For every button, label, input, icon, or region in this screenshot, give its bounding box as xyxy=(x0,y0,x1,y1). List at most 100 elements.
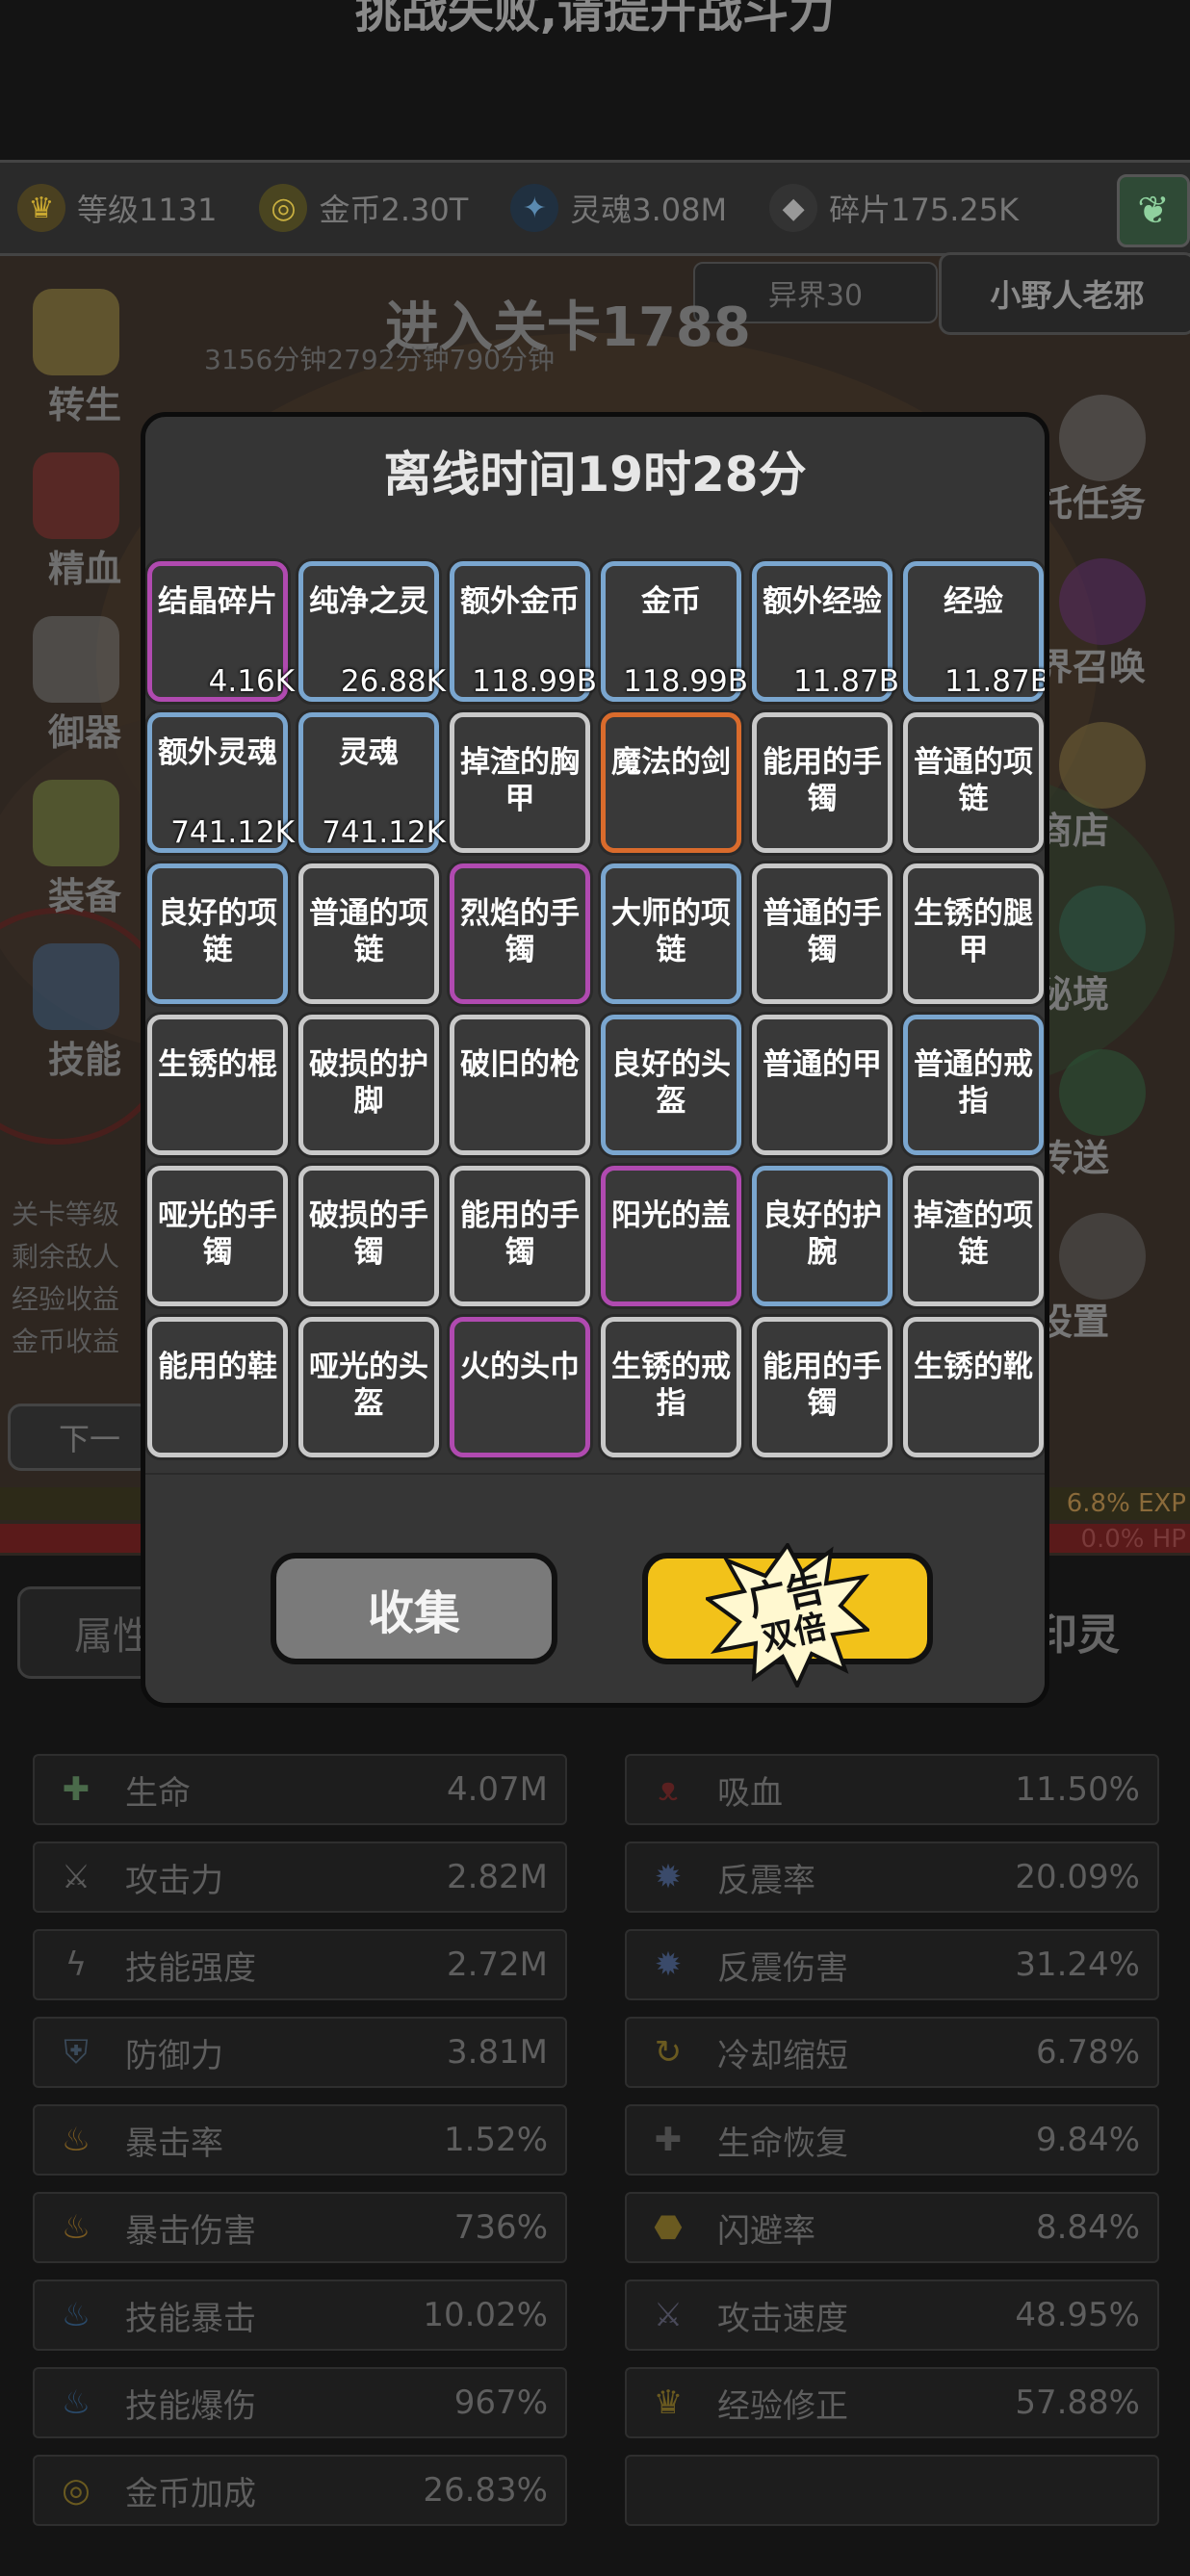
reward-item-name: 普通的戒指 xyxy=(914,1047,1033,1119)
menu-task[interactable]: 托任务 xyxy=(1036,395,1190,568)
secret-realm-icon xyxy=(1059,886,1146,972)
menu-secret-realm[interactable]: 秘境 xyxy=(1036,886,1190,1059)
exp-text: 6.8% EXP xyxy=(1066,1489,1186,1518)
reward-item[interactable]: 哑光的手镯 xyxy=(147,1166,288,1306)
stat-item: ᴥ 吸血 11.50% xyxy=(625,1754,1159,1825)
reward-item[interactable]: 额外金币 118.99B xyxy=(450,561,597,702)
reward-item-count: 741.12K xyxy=(322,815,446,850)
reward-item[interactable]: 额外灵魂 741.12K xyxy=(147,712,295,853)
coin-icon: ◎ xyxy=(62,2471,91,2510)
reward-item[interactable]: 普通的项链 xyxy=(903,712,1044,853)
bat-icon: ᴥ xyxy=(658,1770,679,1809)
menu-essence[interactable]: 精血 xyxy=(0,443,144,606)
menu-equipment[interactable]: 装备 xyxy=(0,770,144,934)
stat-row: ♨ 暴击率 1.52% ✚ 生命恢复 9.84% xyxy=(33,2104,1159,2192)
stat-name: 冷却缩短 xyxy=(717,2036,848,2075)
collect-button[interactable]: 收集 xyxy=(271,1553,557,1664)
stat-value: 57.88% xyxy=(1015,2383,1140,2422)
reward-item[interactable]: 经验 11.87B xyxy=(903,561,1045,702)
reward-item[interactable]: 能用的手镯 xyxy=(752,712,892,853)
reward-item[interactable]: 结晶碎片 4.16K xyxy=(147,561,295,702)
stat-name: 防御力 xyxy=(125,2036,223,2075)
shard-icon: ◆ xyxy=(769,184,818,232)
npc-name[interactable]: 小野人老邪 xyxy=(939,252,1190,335)
reward-item[interactable]: 掉渣的胸甲 xyxy=(450,712,590,853)
reward-item[interactable]: 大师的项链 xyxy=(601,863,741,1004)
reward-item-name: 阳光的盖 xyxy=(611,1198,731,1233)
spike-icon: ✹ xyxy=(654,1945,683,1984)
stat-value: 26.83% xyxy=(423,2471,548,2510)
stats-panel: ✚ 生命 4.07M ᴥ 吸血 11.50% ⚔ 攻击力 2.82M ✹ 反震率 20.09% ϟ 技能强… xyxy=(33,1754,1159,2542)
resource-level: ♛ 等级1131 xyxy=(17,184,217,232)
reward-item[interactable]: 额外经验 11.87B xyxy=(752,561,899,702)
stat-item: ⚔ 攻击力 2.82M xyxy=(33,1842,567,1913)
reward-item[interactable]: 生锈的腿甲 xyxy=(903,863,1044,1004)
reward-item[interactable]: 生锈的靴 xyxy=(903,1317,1044,1457)
menu-weapon[interactable]: 御器 xyxy=(0,606,144,770)
reward-item[interactable]: 普通的项链 xyxy=(298,863,439,1004)
reward-item-name: 生锈的棍 xyxy=(158,1047,277,1082)
stat-value: 2.72M xyxy=(446,1945,548,1984)
reward-item[interactable]: 阳光的盖 xyxy=(601,1166,741,1306)
reward-item[interactable]: 掉渣的项链 xyxy=(903,1166,1044,1306)
reward-item[interactable]: 纯净之灵 26.88K xyxy=(298,561,446,702)
reward-item-name: 哑光的手镯 xyxy=(158,1198,277,1270)
stat-item xyxy=(625,2455,1159,2526)
reward-item[interactable]: 生锈的戒指 xyxy=(601,1317,741,1457)
reward-item-name: 破损的手镯 xyxy=(309,1198,428,1270)
reward-item[interactable]: 灵魂 741.12K xyxy=(298,712,446,853)
stat-value: 11.50% xyxy=(1015,1770,1140,1809)
reward-item[interactable]: 火的头巾 xyxy=(450,1317,590,1457)
stat-value: 8.84% xyxy=(1035,2208,1140,2247)
blue-flame-icon: ♨ xyxy=(61,2296,91,2334)
menu-shop[interactable]: 商店 xyxy=(1036,722,1190,895)
reward-item[interactable]: 良好的头盔 xyxy=(601,1015,741,1155)
reward-item-name: 结晶碎片 xyxy=(158,584,277,619)
menu-settings[interactable]: 设置 xyxy=(1036,1213,1190,1386)
reward-item-name: 良好的头盔 xyxy=(611,1047,731,1119)
reward-item[interactable]: 能用的手镯 xyxy=(752,1317,892,1457)
reward-item[interactable]: 良好的护腕 xyxy=(752,1166,892,1306)
reward-item[interactable]: 金币 118.99B xyxy=(601,561,748,702)
stat-row: ⛨ 防御力 3.81M ↻ 冷却缩短 6.78% xyxy=(33,2017,1159,2104)
ad-double-button[interactable]: 广告 双倍 xyxy=(642,1543,933,1687)
reward-item[interactable]: 烈焰的手镯 xyxy=(450,863,590,1004)
reward-item[interactable]: 破损的护脚 xyxy=(298,1015,439,1155)
reward-item[interactable]: 良好的项链 xyxy=(147,863,288,1004)
stat-row: ♨ 技能暴击 10.02% ⚔ 攻击速度 48.95% xyxy=(33,2280,1159,2367)
left-menu: 转生 精血 御器 装备 技能 xyxy=(0,279,144,1097)
reward-item[interactable]: 魔法的剑 xyxy=(601,712,741,853)
reward-item[interactable]: 普通的戒指 xyxy=(903,1015,1044,1155)
reward-item[interactable]: 破损的手镯 xyxy=(298,1166,439,1306)
stat-row: ♨ 暴击伤害 736% ⬣ 闪避率 8.84% xyxy=(33,2192,1159,2280)
menu-rebirth[interactable]: 转生 xyxy=(0,279,144,443)
stat-value: 31.24% xyxy=(1015,1945,1140,1984)
task-icon xyxy=(1059,395,1146,481)
stat-row: ϟ 技能强度 2.72M ✹ 反震伤害 31.24% xyxy=(33,1929,1159,2017)
reward-item-name: 掉渣的项链 xyxy=(914,1198,1033,1270)
reward-item-name: 纯净之灵 xyxy=(309,584,428,619)
stat-item: ✚ 生命恢复 9.84% xyxy=(625,2104,1159,2176)
reward-item[interactable]: 生锈的棍 xyxy=(147,1015,288,1155)
coin-icon: ◎ xyxy=(259,184,308,232)
reward-item-name: 额外经验 xyxy=(763,584,882,619)
next-button[interactable]: 下一 xyxy=(8,1404,152,1471)
stat-item: ✹ 反震率 20.09% xyxy=(625,1842,1159,1913)
menu-teleport[interactable]: 传送 xyxy=(1036,1049,1190,1223)
menu-summon[interactable]: 界召唤 xyxy=(1036,558,1190,732)
menu-skill[interactable]: 技能 xyxy=(0,934,144,1097)
stat-name: 技能爆伤 xyxy=(125,2386,256,2426)
reward-item[interactable]: 普通的手镯 xyxy=(752,863,892,1004)
stat-value: 4.07M xyxy=(446,1770,548,1809)
stat-item: ⛨ 防御力 3.81M xyxy=(33,2017,567,2088)
reward-item[interactable]: 能用的手镯 xyxy=(450,1166,590,1306)
modal-title: 离线时间19时28分 xyxy=(383,447,807,502)
reward-item[interactable]: 哑光的头盔 xyxy=(298,1317,439,1457)
stat-name: 经验修正 xyxy=(717,2386,848,2426)
reward-item[interactable]: 普通的甲 xyxy=(752,1015,892,1155)
leaf-icon[interactable]: ❦ xyxy=(1117,174,1190,247)
reward-item[interactable]: 破旧的枪 xyxy=(450,1015,590,1155)
stat-name: 吸血 xyxy=(717,1773,783,1813)
stat-value: 736% xyxy=(453,2208,548,2247)
reward-item[interactable]: 能用的鞋 xyxy=(147,1317,288,1457)
